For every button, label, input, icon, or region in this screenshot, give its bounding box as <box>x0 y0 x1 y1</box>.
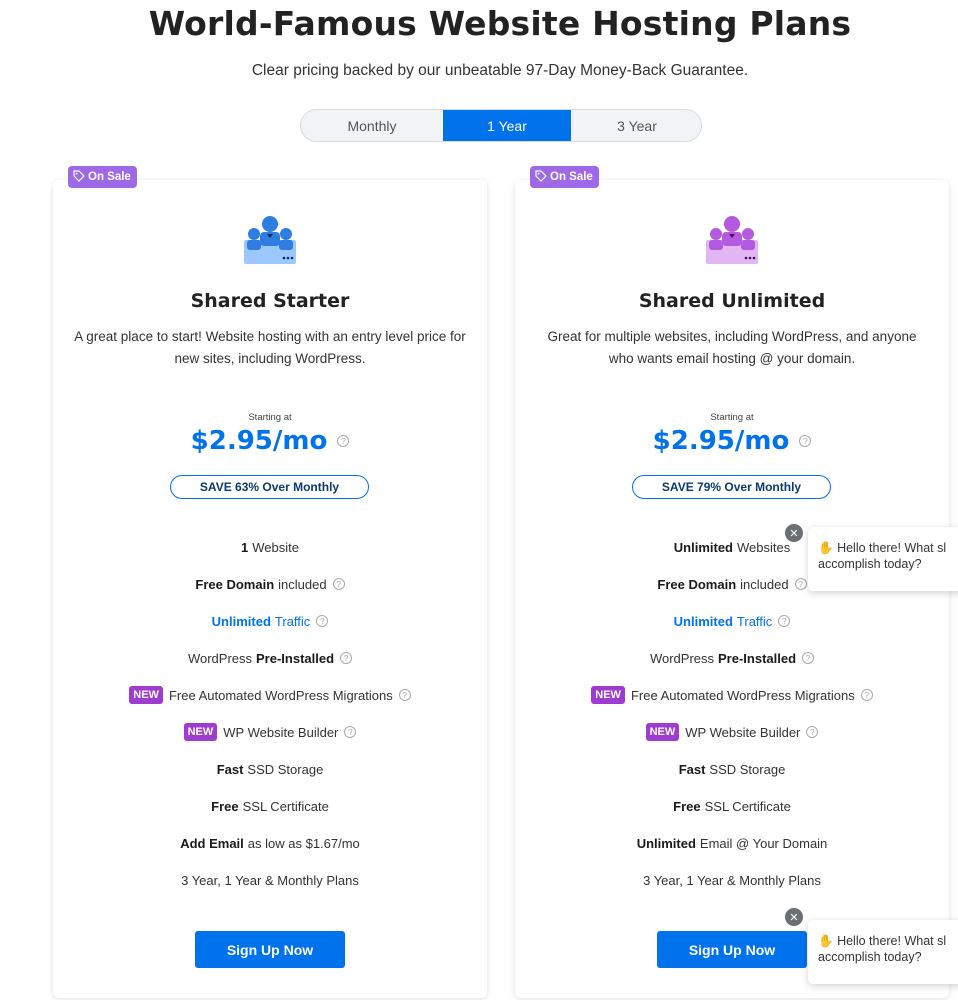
help-icon[interactable]: ? <box>332 578 345 590</box>
feature-item: Free Domain included? <box>53 572 487 596</box>
feature-item: Fast SSD Storage <box>216 761 324 777</box>
feature-item: WordPress Pre-Installed? <box>53 646 487 670</box>
chat-message-line: accomplish today? <box>818 950 922 964</box>
waving-hand-icon: ✋ <box>818 541 834 555</box>
price-row: $2.95/mo ? <box>515 426 949 456</box>
plan-card-shared-starter: Shared Starter A great place to start! W… <box>53 180 487 998</box>
feature-item: Unlimited Traffic? <box>515 609 949 633</box>
waving-hand-icon: ✋ <box>818 934 834 948</box>
help-icon[interactable]: ? <box>340 652 353 664</box>
plan-name: Shared Starter <box>190 290 350 312</box>
users-group-icon <box>702 210 762 266</box>
sign-up-button[interactable]: Sign Up Now <box>195 931 345 968</box>
help-icon[interactable]: ? <box>806 726 819 738</box>
plan-description: Great for multiple websites, including W… <box>547 329 917 366</box>
on-sale-badge: On Sale <box>530 166 599 188</box>
help-icon[interactable]: ? <box>316 615 329 627</box>
feature-item: Free SSL Certificate <box>211 798 329 814</box>
page-title: World-Famous Website Hosting Plans <box>148 4 852 43</box>
plan-name: Shared Unlimited <box>638 290 826 312</box>
help-icon[interactable]: ? <box>344 726 357 738</box>
feature-item: 3 Year, 1 Year & Monthly Plans <box>643 872 821 888</box>
help-icon[interactable]: ? <box>799 435 812 447</box>
on-sale-badge: On Sale <box>68 166 137 188</box>
chat-close-icon[interactable]: ✕ <box>785 908 803 926</box>
toggle-monthly[interactable]: Monthly <box>301 110 443 141</box>
help-icon[interactable]: ? <box>778 615 791 627</box>
feature-item: NEW WP Website Builder? <box>53 720 487 744</box>
feature-item: Add Email as low as $1.67/mo <box>180 835 360 851</box>
feature-item: 1 Website <box>241 539 299 555</box>
help-icon[interactable]: ? <box>802 652 815 664</box>
feature-item: NEW WP Website Builder? <box>515 720 949 744</box>
feature-item: 3 Year, 1 Year & Monthly Plans <box>181 872 359 888</box>
toggle-3-year[interactable]: 3 Year <box>571 110 701 141</box>
feature-item: WordPress Pre-Installed? <box>515 646 949 670</box>
chat-popup[interactable]: ✋ Hello there! What sl accomplish today? <box>808 527 958 591</box>
plan-price: $2.95/mo <box>190 426 328 456</box>
help-icon[interactable]: ? <box>860 689 873 701</box>
feature-item: NEW Free Automated WordPress Migrations? <box>53 683 487 707</box>
feature-item: Free SSL Certificate <box>673 798 791 814</box>
feature-item: Unlimited Traffic? <box>53 609 487 633</box>
help-icon[interactable]: ? <box>794 578 807 590</box>
chat-close-icon[interactable]: ✕ <box>785 524 803 542</box>
feature-item: NEW Free Automated WordPress Migrations? <box>515 683 949 707</box>
price-row: $2.95/mo ? <box>53 426 487 456</box>
starting-at-label: Starting at <box>248 412 292 423</box>
new-badge: NEW <box>129 686 163 704</box>
chat-message-line: ✋ Hello there! What sl <box>818 541 947 555</box>
help-icon[interactable]: ? <box>398 689 411 701</box>
starting-at-label: Starting at <box>710 412 754 423</box>
savings-badge: SAVE 79% Over Monthly <box>632 475 831 499</box>
tag-icon <box>73 169 85 185</box>
chat-message-line: accomplish today? <box>818 557 922 571</box>
new-badge: NEW <box>645 723 680 741</box>
users-group-icon <box>240 210 300 266</box>
new-badge: NEW <box>591 686 625 704</box>
chat-message-line: ✋ Hello there! What sl <box>818 934 947 948</box>
savings-badge: SAVE 63% Over Monthly <box>170 475 369 499</box>
page-subtitle: Clear pricing backed by our unbeatable 9… <box>251 62 749 79</box>
toggle-1-year[interactable]: 1 Year <box>443 110 571 141</box>
tag-icon <box>535 169 547 185</box>
plan-description: A great place to start! Website hosting … <box>74 329 466 366</box>
help-icon[interactable]: ? <box>337 435 350 447</box>
sign-up-button[interactable]: Sign Up Now <box>657 931 807 968</box>
new-badge: NEW <box>183 723 218 741</box>
billing-period-toggle: Monthly 1 Year 3 Year <box>300 109 702 142</box>
plan-price: $2.95/mo <box>652 426 790 456</box>
feature-item: Fast SSD Storage <box>678 761 786 777</box>
chat-popup[interactable]: ✋ Hello there! What sl accomplish today? <box>808 920 958 984</box>
feature-item: Unlimited Email @ Your Domain <box>636 835 828 851</box>
